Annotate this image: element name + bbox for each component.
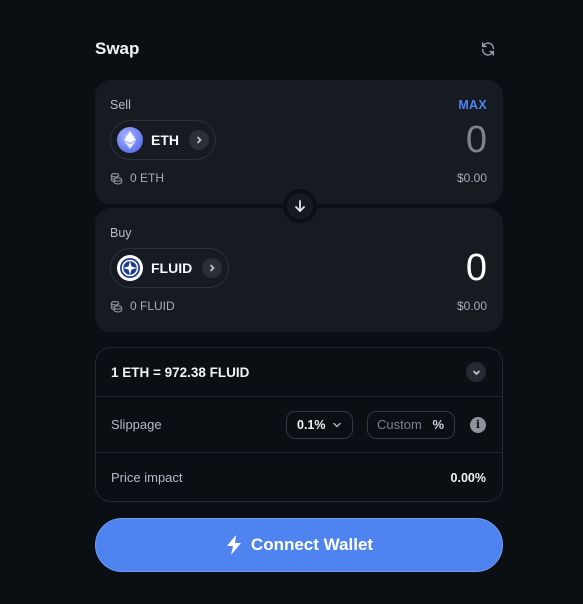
fluid-logo-icon bbox=[117, 255, 143, 281]
buy-usd-value: $0.00 bbox=[456, 299, 487, 313]
refresh-icon[interactable] bbox=[477, 38, 499, 60]
page-title: Swap bbox=[95, 39, 140, 58]
chevron-down-icon[interactable] bbox=[466, 362, 486, 382]
buy-label: Buy bbox=[110, 226, 132, 240]
custom-slippage-field[interactable]: % bbox=[367, 410, 455, 439]
rate-row[interactable]: 1 ETH = 972.38 FLUID bbox=[96, 348, 502, 397]
max-button[interactable]: MAX bbox=[458, 98, 487, 112]
price-impact-value: 0.00% bbox=[450, 470, 486, 485]
info-icon[interactable]: i bbox=[470, 416, 486, 433]
chevron-right-icon bbox=[189, 130, 209, 150]
swap-header: Swap bbox=[95, 38, 503, 60]
price-impact-row: Price impact 0.00% bbox=[96, 453, 502, 502]
sell-usd-value: $0.00 bbox=[456, 171, 487, 185]
switch-direction-button[interactable] bbox=[283, 189, 317, 223]
sell-label: Sell bbox=[110, 98, 131, 112]
sell-amount-input[interactable]: 0 bbox=[466, 118, 487, 162]
sell-panel: Sell MAX ETH 0 0 ETH $0.00 bbox=[95, 80, 503, 204]
eth-logo-icon bbox=[117, 127, 143, 153]
sell-token-selector[interactable]: ETH bbox=[110, 120, 216, 160]
buy-panel: Buy FLUID 0 0 FLUID $0.00 bbox=[95, 208, 503, 332]
buy-balance-value: 0 FLUID bbox=[130, 299, 175, 313]
buy-token-symbol: FLUID bbox=[151, 260, 193, 276]
buy-balance: 0 FLUID bbox=[110, 299, 175, 313]
connect-wallet-button[interactable]: Connect Wallet bbox=[95, 518, 503, 572]
connect-wallet-label: Connect Wallet bbox=[250, 535, 374, 554]
slippage-select[interactable]: 0.1% bbox=[286, 410, 353, 439]
chevron-right-icon bbox=[202, 258, 223, 278]
swap-details: 1 ETH = 972.38 FLUID Slippage 0.1% % i P… bbox=[95, 347, 503, 502]
arrow-down-icon bbox=[295, 200, 305, 212]
sell-token-symbol: ETH bbox=[151, 132, 179, 148]
percent-suffix: % bbox=[432, 417, 444, 432]
price-impact-label: Price impact bbox=[111, 470, 183, 485]
sell-balance-value: 0 ETH bbox=[130, 171, 165, 185]
exchange-rate: 1 ETH = 972.38 FLUID bbox=[111, 364, 250, 380]
buy-amount-input[interactable]: 0 bbox=[466, 246, 487, 290]
coins-icon bbox=[110, 172, 123, 185]
coins-icon bbox=[110, 300, 123, 313]
chevron-down-icon bbox=[333, 422, 341, 428]
slippage-row: Slippage 0.1% % i bbox=[96, 397, 502, 453]
slippage-value: 0.1% bbox=[297, 417, 326, 432]
lightning-icon bbox=[225, 535, 243, 555]
slippage-label: Slippage bbox=[111, 417, 162, 432]
custom-slippage-input[interactable] bbox=[377, 417, 432, 432]
sell-balance: 0 ETH bbox=[110, 171, 164, 185]
buy-token-selector[interactable]: FLUID bbox=[110, 248, 230, 288]
